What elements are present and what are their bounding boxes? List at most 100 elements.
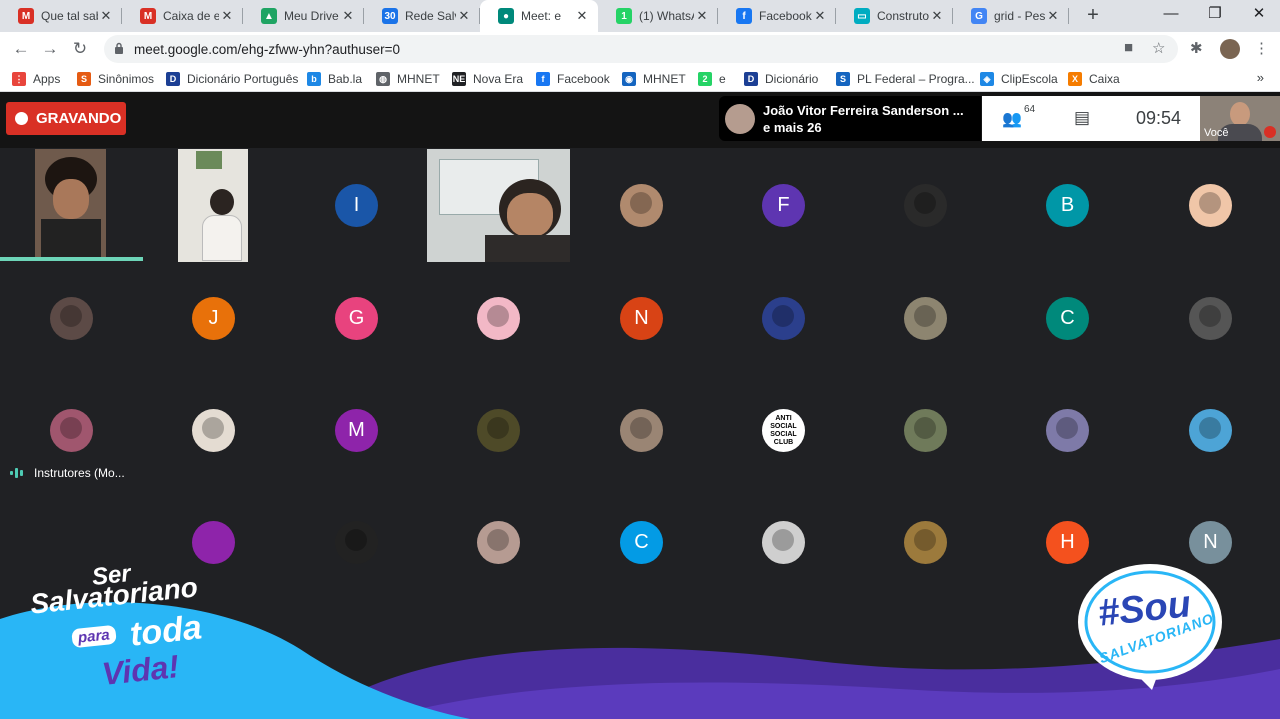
- browser-tab[interactable]: ● Meet: e ✕: [480, 0, 598, 32]
- forward-icon[interactable]: →: [39, 38, 61, 60]
- bookmark-item[interactable]: ◉ MHNET: [622, 70, 686, 88]
- camera-icon[interactable]: ■: [1124, 39, 1133, 56]
- browser-tab[interactable]: 30 Rede Salvat✕: [364, 0, 480, 32]
- browser-tab[interactable]: M Caixa de en✕: [122, 0, 243, 32]
- speaker-name: João Vitor Ferreira Sanderson ...: [763, 103, 964, 118]
- url-text: meet.google.com/ehg-zfww-yhn?authuser=0: [134, 42, 401, 57]
- globe-icon: ◍: [376, 72, 390, 86]
- participant-tile[interactable]: [1139, 374, 1280, 486]
- close-tab-icon[interactable]: ✕: [1045, 8, 1061, 24]
- extensions-icon[interactable]: ✱: [1190, 39, 1203, 57]
- participant-tile[interactable]: F: [712, 149, 854, 261]
- participant-tile[interactable]: [427, 262, 569, 374]
- bookmark-item[interactable]: f Facebook: [536, 70, 610, 88]
- browser-tab[interactable]: M Que tal sab ✕: [0, 0, 122, 32]
- bookmark-item[interactable]: D Dicionário: [744, 70, 818, 88]
- participant-avatar: F: [762, 184, 805, 227]
- profile-avatar[interactable]: [1220, 39, 1240, 59]
- bookmark-item[interactable]: NE Nova Era: [452, 70, 523, 88]
- menu-icon[interactable]: ⋮: [1254, 39, 1269, 57]
- self-view-tile[interactable]: Você: [1200, 96, 1280, 141]
- participant-avatar: [50, 409, 93, 452]
- maximize-button[interactable]: ❐: [1200, 2, 1230, 26]
- bookmark-item[interactable]: ⋮ Apps: [12, 70, 60, 88]
- browser-tab[interactable]: Ggrid - Pesqu✕: [953, 0, 1069, 32]
- more-bookmarks-icon[interactable]: »: [1257, 70, 1264, 85]
- bookmark-item[interactable]: ◍ MHNET: [376, 70, 440, 88]
- participant-tile[interactable]: [427, 486, 569, 598]
- participant-tile[interactable]: [712, 262, 854, 374]
- avatar-photo-detail: [914, 305, 936, 327]
- participant-tile[interactable]: [570, 374, 712, 486]
- bookmark-item[interactable]: b Bab.la: [307, 70, 362, 88]
- close-tab-icon[interactable]: ✕: [812, 8, 828, 24]
- participant-tile[interactable]: [1139, 149, 1280, 261]
- participant-tile[interactable]: [1139, 262, 1280, 374]
- bookmark-item[interactable]: S Sinônimos: [77, 70, 154, 88]
- browser-tab[interactable]: 1 (1) WhatsAp✕: [598, 0, 718, 32]
- participant-tile[interactable]: J: [142, 262, 284, 374]
- close-tab-icon[interactable]: ✕: [456, 8, 472, 24]
- close-tab-icon[interactable]: ✕: [694, 8, 710, 24]
- video-tile-2[interactable]: [178, 149, 248, 262]
- bookmark-star-icon[interactable]: ☆: [1152, 39, 1165, 57]
- participant-tile[interactable]: [854, 486, 996, 598]
- close-tab-icon[interactable]: ✕: [219, 8, 235, 24]
- close-tab-icon[interactable]: ✕: [340, 8, 356, 24]
- self-label: Você: [1204, 127, 1229, 139]
- chat-icon[interactable]: ▤: [1074, 108, 1090, 128]
- participant-tile[interactable]: M: [285, 374, 427, 486]
- participant-tile[interactable]: [0, 262, 142, 374]
- participant-avatar: [477, 297, 520, 340]
- browser-tab[interactable]: f Facebook ✕: [718, 0, 836, 32]
- bookmark-item[interactable]: X Caixa: [1068, 70, 1120, 88]
- avatar-photo-detail: [60, 305, 82, 327]
- reload-icon[interactable]: ↻: [69, 38, 91, 60]
- browser-tab[interactable]: ▭ Construtora✕: [836, 0, 953, 32]
- close-window-button[interactable]: ✕: [1244, 2, 1274, 26]
- participant-tile[interactable]: [854, 374, 996, 486]
- browser-tab[interactable]: ▲ Meu Drive - ✕: [243, 0, 364, 32]
- new-tab-button[interactable]: +: [1083, 4, 1103, 26]
- participant-tile[interactable]: [854, 149, 996, 261]
- participant-tile[interactable]: H: [996, 486, 1138, 598]
- participant-avatar: [762, 521, 805, 564]
- bookmark-label: Caixa: [1089, 72, 1120, 86]
- bookmark-label: Dicionário: [765, 72, 819, 86]
- close-tab-icon[interactable]: ✕: [929, 8, 945, 24]
- back-icon[interactable]: ←: [10, 38, 32, 60]
- close-tab-icon[interactable]: ✕: [98, 8, 114, 24]
- bookmark-item[interactable]: 2e: [698, 70, 726, 88]
- people-icon[interactable]: 👥: [1002, 109, 1022, 129]
- participant-tile[interactable]: B: [996, 149, 1138, 261]
- participant-tile[interactable]: [712, 486, 854, 598]
- tab-label: Rede Salvat: [405, 9, 456, 23]
- participant-tile[interactable]: [427, 374, 569, 486]
- close-tab-icon[interactable]: ✕: [574, 8, 590, 24]
- participant-tile[interactable]: [142, 374, 284, 486]
- participant-tile[interactable]: [285, 486, 427, 598]
- participant-tile[interactable]: ANTI SOCIAL SOCIAL CLUB: [712, 374, 854, 486]
- bookmark-item[interactable]: ◈ ClipEscola: [980, 70, 1058, 88]
- bookmark-item[interactable]: S PL Federal – Progra...: [836, 70, 975, 88]
- participant-tile[interactable]: N: [1139, 486, 1280, 598]
- minimize-button[interactable]: —: [1156, 2, 1186, 26]
- avatar-photo-detail: [914, 192, 936, 214]
- participant-tile[interactable]: [854, 262, 996, 374]
- participant-tile[interactable]: [996, 374, 1138, 486]
- participant-tile[interactable]: C: [570, 486, 712, 598]
- participant-tile[interactable]: N: [570, 262, 712, 374]
- participant-tile[interactable]: I: [285, 149, 427, 261]
- participant-tile[interactable]: C: [996, 262, 1138, 374]
- participant-tile[interactable]: [570, 149, 712, 261]
- bookmark-item[interactable]: D Dicionário Português: [166, 70, 298, 88]
- participant-avatar: [904, 521, 947, 564]
- address-bar[interactable]: meet.google.com/ehg-zfww-yhn?authuser=0 …: [104, 35, 1178, 63]
- participant-tile[interactable]: G: [285, 262, 427, 374]
- tab-label: (1) WhatsAp: [639, 9, 694, 23]
- video-tile-3[interactable]: [427, 149, 570, 262]
- participant-tile[interactable]: [0, 374, 142, 486]
- participant-tile[interactable]: [142, 486, 284, 598]
- avatar-photo-detail: [487, 305, 509, 327]
- speaker-panel[interactable]: João Vitor Ferreira Sanderson ... e mais…: [719, 96, 981, 141]
